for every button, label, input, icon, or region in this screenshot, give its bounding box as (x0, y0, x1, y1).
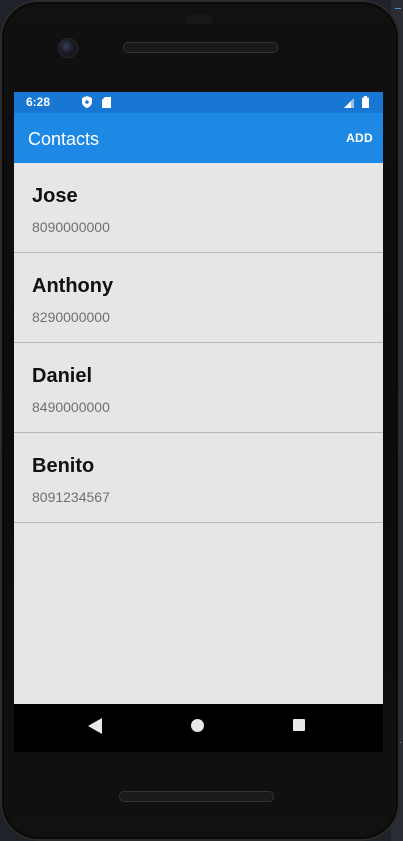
app-toolbar: Contacts ADD (14, 113, 383, 163)
top-speaker-grille (123, 42, 278, 53)
home-icon[interactable] (191, 719, 204, 732)
bottom-speaker-grille (119, 791, 274, 802)
sd-card-icon (102, 97, 111, 108)
page-title: Contacts (28, 129, 100, 149)
contact-list-item[interactable]: Anthony 8290000000 (14, 253, 383, 343)
status-time: 6:28 (26, 95, 51, 109)
contact-list-item[interactable]: Benito 8091234567 (14, 433, 383, 523)
back-icon[interactable] (88, 718, 102, 734)
contact-name: Benito (32, 455, 95, 477)
contact-phone: 8090000000 (32, 219, 110, 235)
front-camera (58, 38, 78, 58)
device-screen: 6:28 Contacts ADD Jose 8090000000 Anthon… (14, 92, 383, 752)
contact-name: Jose (32, 185, 78, 207)
phone-frame: 6:28 Contacts ADD Jose 8090000000 Anthon… (0, 0, 400, 841)
contact-list: Jose 8090000000 Anthony 8290000000 Danie… (14, 163, 383, 704)
status-bar: 6:28 (14, 92, 383, 113)
contact-phone: 8290000000 (32, 309, 110, 325)
contact-phone: 8091234567 (32, 489, 110, 505)
contact-phone: 8490000000 (32, 399, 110, 415)
contact-list-item[interactable]: Daniel 8490000000 (14, 343, 383, 433)
desktop-marker (395, 8, 401, 9)
recents-icon[interactable] (293, 719, 305, 731)
system-navigation-bar (14, 704, 383, 752)
shield-icon (82, 96, 92, 108)
battery-icon (362, 96, 369, 108)
signal-icon (344, 98, 354, 108)
contact-name: Anthony (32, 275, 114, 297)
contact-name: Daniel (32, 365, 93, 387)
earpiece-sensor (185, 15, 213, 24)
add-contact-button[interactable]: ADD (346, 131, 373, 145)
contact-list-item[interactable]: Jose 8090000000 (14, 163, 383, 253)
